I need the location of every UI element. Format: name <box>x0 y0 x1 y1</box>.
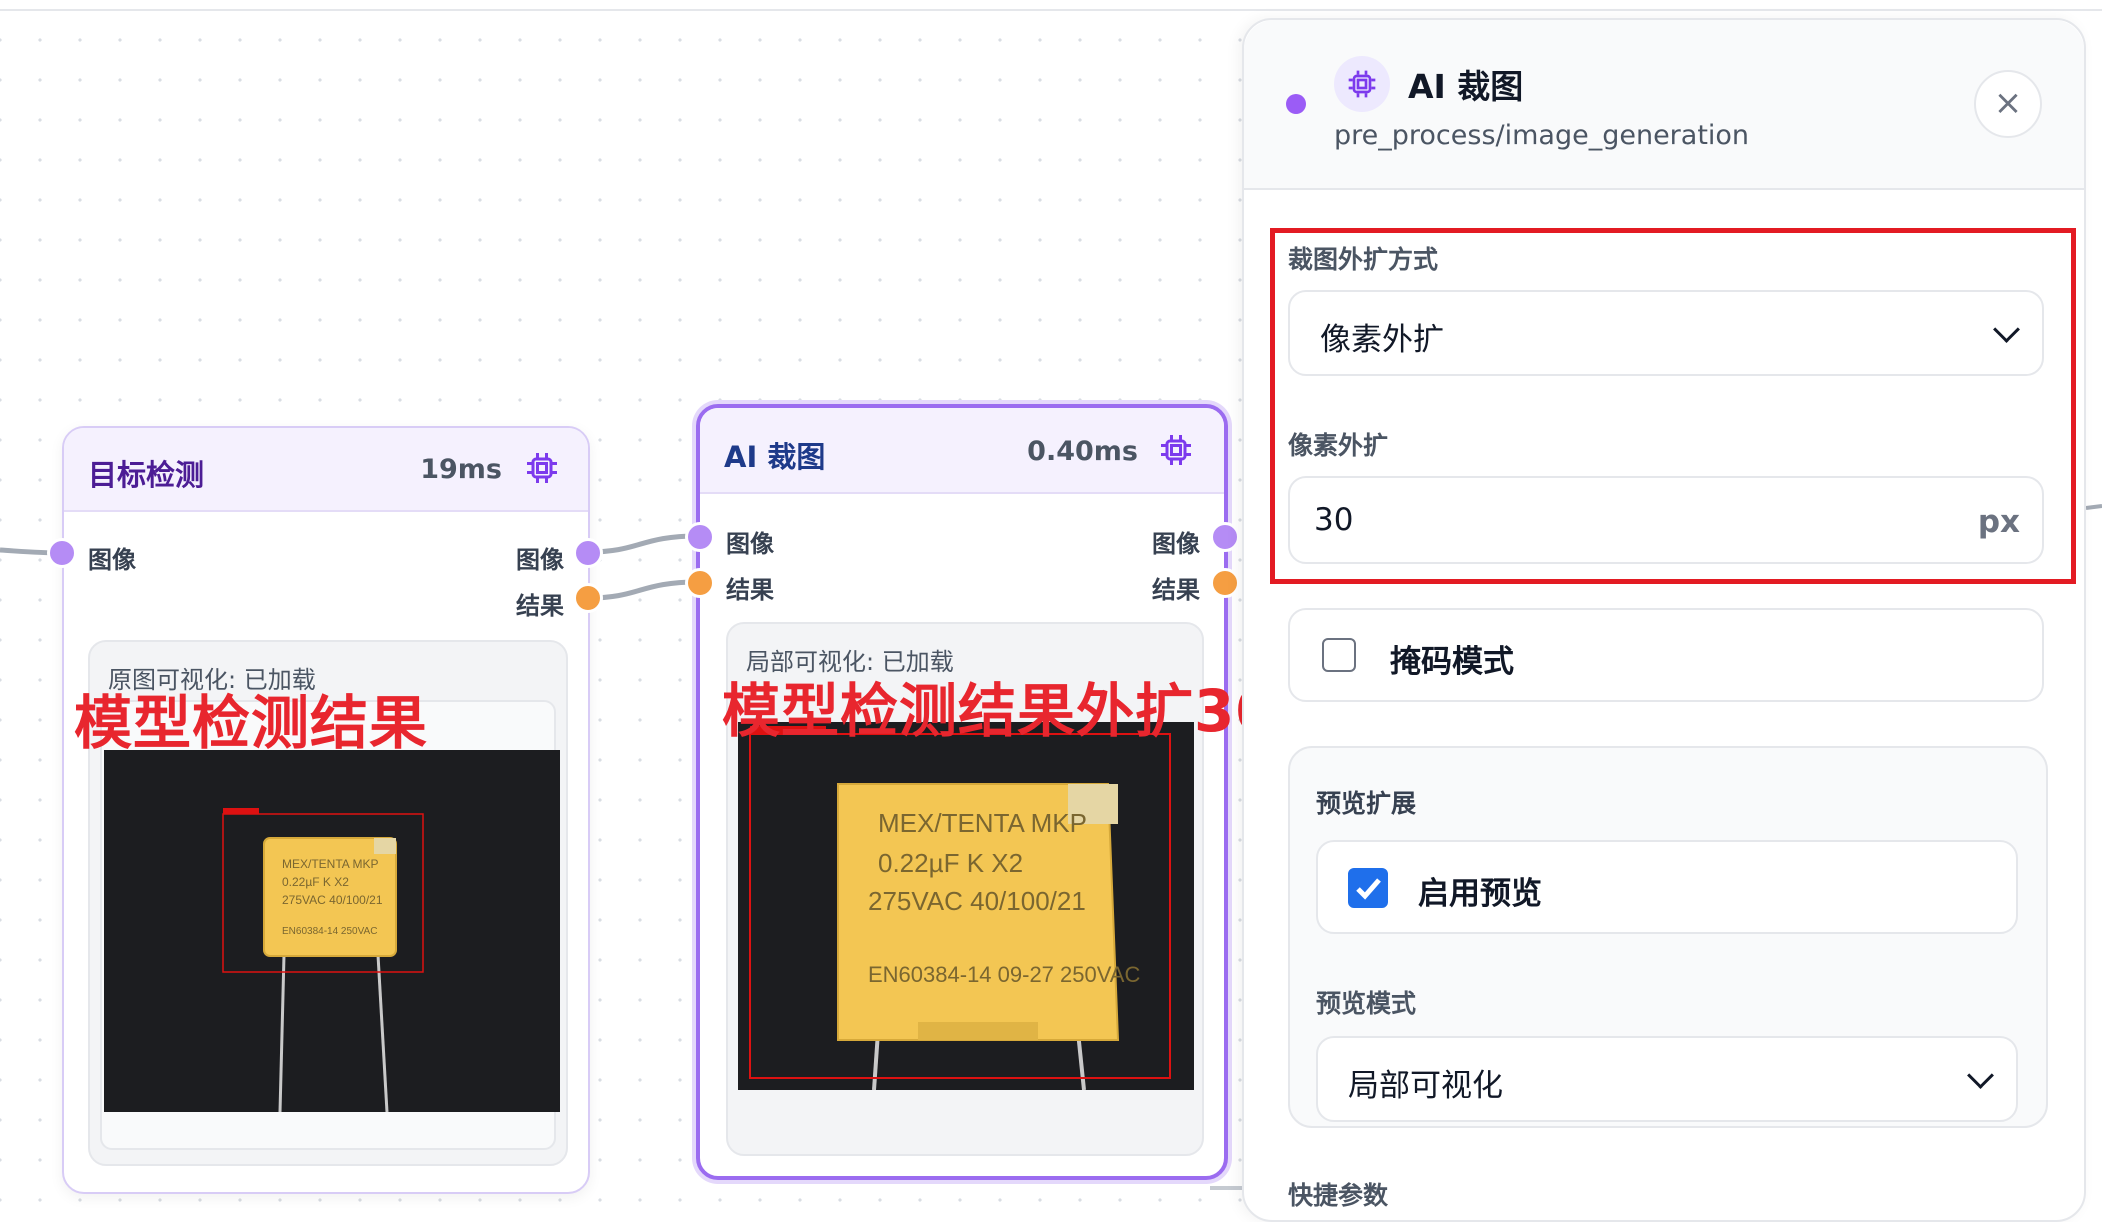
checkmark-icon <box>1356 878 1381 900</box>
node-exec-time: 0.40ms <box>1027 436 1138 467</box>
crop-output-port-image[interactable] <box>1210 522 1240 552</box>
enable-preview-row[interactable]: 启用预览 <box>1316 840 2018 934</box>
panel-subtitle: pre_process/image_generation <box>1334 120 1750 151</box>
svg-text:0.22µF K X2: 0.22µF K X2 <box>878 848 1023 878</box>
preview-frame: MEX/TENTA MKP 0.22µF K X2 275VAC 40/100/… <box>100 700 560 1150</box>
node-title: 目标检测 <box>88 458 205 492</box>
output-port-label-image: 图像 <box>1152 530 1200 558</box>
annotation-detection-result: 模型检测结果 <box>74 689 429 757</box>
preview-mode-value: 局部可视化 <box>1348 1068 1503 1104</box>
node-header: 目标检测 19ms <box>64 428 588 512</box>
detection-node[interactable]: 目标检测 19ms 图像 图像 结果 原图可视化: 已加载 MEX/TENTA … <box>62 426 590 1194</box>
input-port-label-image: 图像 <box>726 530 774 558</box>
quick-params-label: 快捷参数 <box>1288 1181 1389 1210</box>
mask-mode-label: 掩码模式 <box>1390 644 1514 680</box>
svg-text:EN60384-14 09-27 250VAC: EN60384-14 09-27 250VAC <box>868 962 1140 987</box>
output-port-label-result: 结果 <box>516 592 564 620</box>
crop-input-port-result[interactable] <box>685 568 715 598</box>
enable-preview-label: 启用预览 <box>1418 876 1542 912</box>
input-port-label-result: 结果 <box>726 576 774 604</box>
output-port-label-result: 结果 <box>1152 576 1200 604</box>
detect-output-port-result[interactable] <box>573 583 603 613</box>
svg-text:MEX/TENTA MKP: MEX/TENTA MKP <box>878 808 1087 838</box>
panel-header: AI 裁图 pre_process/image_generation × <box>1244 20 2084 190</box>
svg-text:275VAC 40/100/21: 275VAC 40/100/21 <box>282 893 383 907</box>
preview-mode-select[interactable]: 局部可视化 <box>1316 1036 2018 1122</box>
chip-icon[interactable] <box>524 450 560 486</box>
chevron-down-icon <box>1967 1062 1994 1089</box>
preview-group: 预览扩展 启用预览 预览模式 局部可视化 <box>1288 746 2048 1128</box>
chip-icon[interactable] <box>1158 432 1194 468</box>
crop-output-port-result[interactable] <box>1210 568 1240 598</box>
enable-preview-checkbox[interactable] <box>1348 868 1388 908</box>
node-header: AI 裁图 0.40ms <box>700 408 1224 494</box>
node-exec-time: 19ms <box>420 454 502 485</box>
detection-preview-image: MEX/TENTA MKP 0.22µF K X2 275VAC 40/100/… <box>104 750 560 1112</box>
svg-text:0.22µF K X2: 0.22µF K X2 <box>282 875 349 889</box>
crop-input-port-image[interactable] <box>685 522 715 552</box>
chip-icon <box>1334 56 1390 112</box>
highlight-box <box>1270 228 2076 584</box>
status-dot <box>1286 94 1306 114</box>
detect-input-port-image[interactable] <box>47 538 77 568</box>
preview-mode-label: 预览模式 <box>1316 989 1417 1018</box>
mask-mode-row[interactable]: 掩码模式 <box>1288 608 2044 702</box>
output-port-label-image: 图像 <box>516 546 564 574</box>
panel-title: AI 裁图 <box>1408 67 1524 106</box>
node-title: AI 裁图 <box>724 440 826 474</box>
svg-text:MEX/TENTA MKP: MEX/TENTA MKP <box>282 857 378 871</box>
input-port-label-image: 图像 <box>88 546 136 574</box>
crop-preview-image: MEX/TENTA MKP 0.22µF K X2 275VAC 40/100/… <box>738 722 1194 1090</box>
svg-text:EN60384-14 250VAC: EN60384-14 250VAC <box>282 926 377 937</box>
crop-node[interactable]: AI 裁图 0.40ms 图像 结果 图像 结果 局部可视化: 已加载 MEX/… <box>696 404 1228 1180</box>
svg-text:275VAC 40/100/21: 275VAC 40/100/21 <box>868 886 1086 916</box>
preview-group-title: 预览扩展 <box>1316 789 1417 818</box>
node-settings-panel: AI 裁图 pre_process/image_generation × 裁图外… <box>1242 18 2086 1222</box>
mask-mode-checkbox[interactable] <box>1322 638 1356 672</box>
close-icon[interactable]: × <box>1974 70 2042 138</box>
detect-output-port-image[interactable] <box>573 538 603 568</box>
